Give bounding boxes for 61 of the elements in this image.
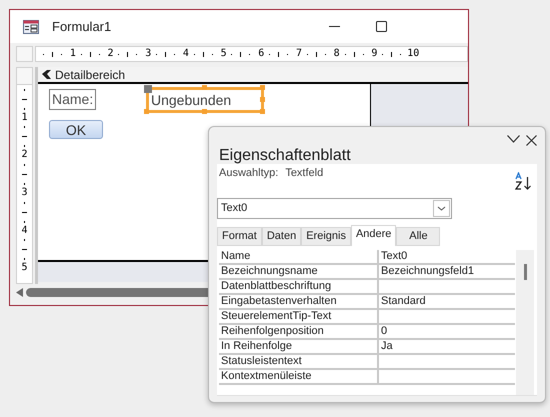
ruler-number: 8 xyxy=(332,49,341,59)
property-name: Statusleistentext xyxy=(219,355,379,368)
ruler-number: 7 xyxy=(294,49,303,59)
ruler-number: 5 xyxy=(21,263,28,274)
minimize-icon[interactable] xyxy=(329,26,340,27)
ruler-number: 10 xyxy=(407,49,417,59)
property-tab[interactable]: Daten xyxy=(262,227,302,246)
ruler-number: 3 xyxy=(21,188,28,198)
property-value[interactable]: Ja xyxy=(379,340,515,353)
ruler-number: 6 xyxy=(257,49,266,59)
ruler-number: 2 xyxy=(21,150,28,160)
property-name: In Reihenfolge xyxy=(219,340,379,353)
ruler-number: 2 xyxy=(106,49,115,59)
property-name: Name xyxy=(219,250,379,263)
ruler-number: 1 xyxy=(68,49,77,59)
close-icon[interactable] xyxy=(526,135,537,146)
ruler-number: 4 xyxy=(21,226,28,236)
section-selector[interactable] xyxy=(17,68,32,85)
resize-handle[interactable] xyxy=(144,109,149,114)
ruler-number: 9 xyxy=(370,49,378,59)
property-value[interactable]: 0 xyxy=(379,325,515,338)
property-value[interactable]: Bezeichnungsfeld1 xyxy=(379,265,515,278)
object-dropdown[interactable]: Text0 xyxy=(217,198,452,219)
form-icon xyxy=(23,20,39,34)
move-handle[interactable] xyxy=(144,85,152,93)
section-header[interactable]: Detailbereich xyxy=(38,67,468,84)
name-label: Name: xyxy=(49,89,96,110)
resize-handle[interactable] xyxy=(260,85,265,90)
property-name: Reihenfolgenposition xyxy=(219,325,379,338)
ruler-corner[interactable] xyxy=(16,46,33,62)
vertical-scrollbar[interactable] xyxy=(524,264,526,280)
resize-handle[interactable] xyxy=(202,109,207,114)
resize-handle[interactable] xyxy=(202,85,207,90)
sort-icon[interactable] xyxy=(515,172,533,190)
window-title: Formular1 xyxy=(52,18,112,36)
sheet-title: Eigenschaftenblatt xyxy=(219,146,351,166)
section-icon xyxy=(42,70,51,79)
ruler-number: 3 xyxy=(144,49,152,59)
property-tab[interactable]: Ereignis xyxy=(301,227,351,246)
property-name: Bezeichnungsname xyxy=(219,265,379,278)
property-value[interactable]: Text0 xyxy=(379,250,515,263)
property-tab[interactable]: Andere xyxy=(350,225,396,246)
selection-type: Textfeld xyxy=(285,166,324,181)
resize-handle[interactable] xyxy=(260,109,265,114)
property-tab[interactable]: Format xyxy=(217,227,262,246)
property-name: Datenblattbeschriftung xyxy=(219,280,379,293)
property-name: SteuerelementTip-Text xyxy=(219,310,379,323)
selection-type-label: Auswahltyp: xyxy=(219,166,278,181)
property-name: Eingabetastenverhalten xyxy=(219,295,379,308)
scroll-left-icon[interactable] xyxy=(16,288,23,296)
ok-button[interactable]: OK xyxy=(49,120,103,139)
chevron-down-icon[interactable] xyxy=(507,135,520,143)
property-value[interactable]: Standard xyxy=(379,295,515,308)
property-name: Kontextmenüleiste xyxy=(219,370,379,383)
ruler-number: 5 xyxy=(220,49,228,59)
property-tab[interactable]: Alle xyxy=(396,227,440,246)
resize-handle[interactable] xyxy=(260,97,265,102)
unbound-textbox[interactable]: Ungebunden xyxy=(146,87,264,113)
ruler-number: 4 xyxy=(182,49,190,59)
maximize-icon[interactable] xyxy=(376,21,387,32)
ruler-number: 1 xyxy=(21,112,28,123)
